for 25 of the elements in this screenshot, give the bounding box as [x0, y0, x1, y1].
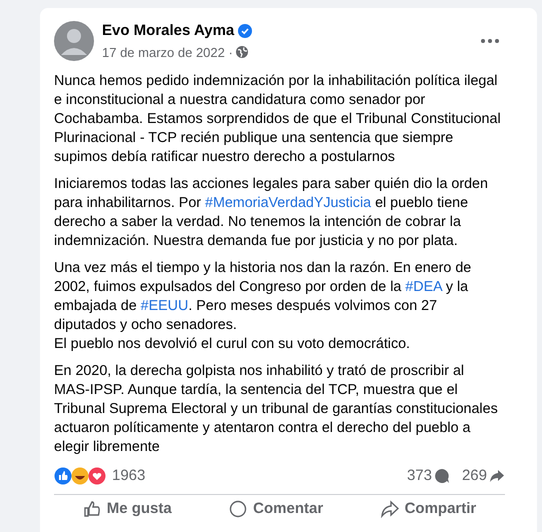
author-name[interactable]: Evo Morales Ayma [102, 20, 234, 42]
post-paragraph: Nunca hemos pedido indemnización por la inhabilitación política ilegal e inconstitucional a nuestra candidatura como senador por Cochabamba. Estamos sorprendidos de que el Tribunal Constitucional Plurinacional - TCP recién publique una sentencia que siempre supimos debía ratificar nuestro derecho a postularnos [54, 72, 501, 167]
reactions-count[interactable]: 1963 [112, 465, 146, 488]
post-paragraph: Iniciaremos todas las acciones legales para saber quién dio la orden para inhabilitarnos. Por #MemoriaVerdadYJusticia el pueblo tiene derecho a saber la verdad. No tenemos la intención de cobrar la indemnización. Nuestra demanda fue por justicia y no por plata. [54, 175, 489, 251]
post-paragraph: En 2020, la derecha golpista nos inhabilitó y trató de proscribir al MAS-IPSP. Aunque tardía, la sentencia del TCP, muestra que el Tribunal Suprema Electoral y un tribunal de garantías constitucionales actuaron políticamente y atentaron contra el derecho del pueblo a elegir libremente [54, 362, 499, 457]
post-paragraph: Una vez más el tiempo y la historia nos dan la razón. En enero de 2002, fuimos expulsados del Congreso por orden de la #DEA y la embajada de #EEUU. Pero meses después volvimos con 27 diputados y ocho senadores. [54, 259, 472, 335]
avatar[interactable] [54, 21, 94, 61]
hashtag-link[interactable]: #EEUU [140, 298, 188, 314]
reaction-icons[interactable] [54, 467, 108, 486]
shares-count[interactable]: 269 [462, 465, 487, 488]
post-action-button[interactable]: Comentar [229, 496, 324, 522]
post-date[interactable]: 17 de marzo de 2022 · [102, 42, 236, 62]
more-options-icon[interactable] [481, 39, 499, 43]
comments-count[interactable]: 373 [406, 465, 432, 488]
comment-outline-icon [229, 500, 248, 518]
post-action-button[interactable]: Compartir [380, 496, 476, 522]
share-arrow-icon [489, 469, 505, 484]
comment-icon [434, 468, 450, 484]
post-action-button[interactable]: Me gusta [82, 496, 172, 522]
globe-icon [236, 46, 248, 58]
hashtag-link[interactable]: #MemoriaVerdadYJusticia [205, 195, 372, 211]
post-paragraph: El pueblo nos devolvió el curul con su voto democrático. [54, 335, 412, 354]
thumbs-up-icon [82, 500, 101, 518]
hashtag-link[interactable]: #DEA [405, 279, 442, 295]
share-outline-icon [380, 500, 399, 518]
